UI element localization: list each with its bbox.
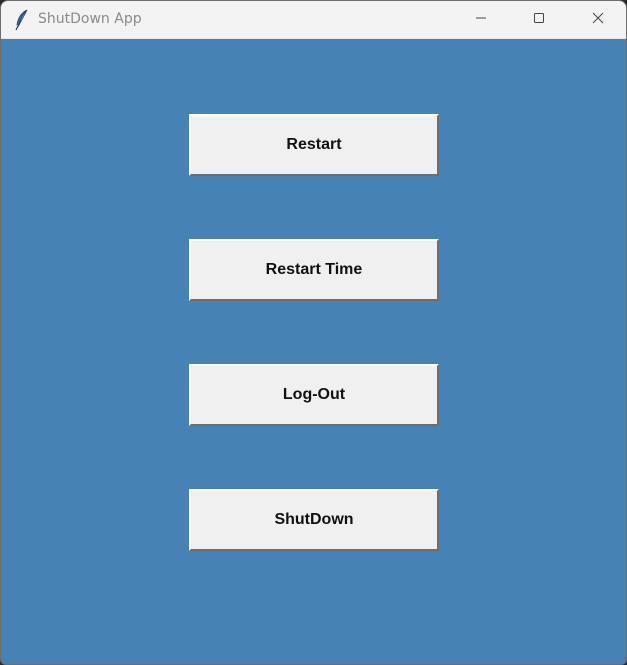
minimize-icon [475, 11, 487, 29]
log-out-button[interactable]: Log-Out [189, 364, 439, 426]
close-icon [592, 11, 604, 29]
restart-time-button[interactable]: Restart Time [189, 239, 439, 301]
shutdown-button[interactable]: ShutDown [189, 489, 439, 551]
minimize-button[interactable] [458, 1, 504, 39]
app-window: ShutDown App Restart Restart Time Log-Ou… [0, 0, 627, 665]
main-panel: Restart Restart Time Log-Out ShutDown [1, 39, 626, 664]
feather-icon [13, 9, 31, 31]
maximize-icon [533, 11, 545, 29]
maximize-button[interactable] [516, 1, 562, 39]
window-title: ShutDown App [38, 11, 142, 27]
close-button[interactable] [575, 1, 621, 39]
title-bar[interactable]: ShutDown App [1, 1, 626, 39]
restart-button[interactable]: Restart [189, 114, 439, 176]
